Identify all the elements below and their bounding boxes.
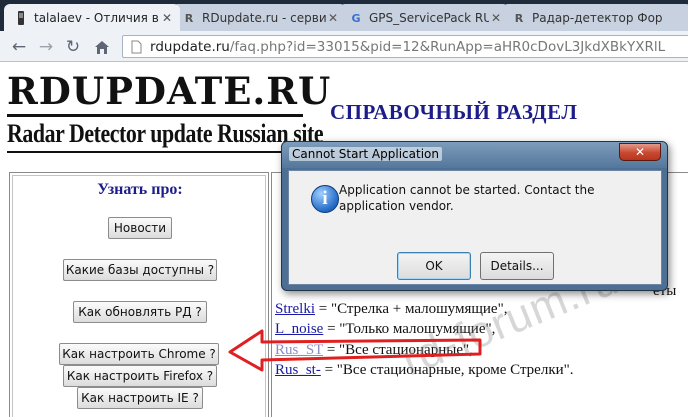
page-icon (128, 39, 144, 55)
mapping-row: Rus_ST = "Все стационарные", (275, 342, 473, 359)
tab-rdupdate[interactable]: R RDupdate.ru - серви ✕ (172, 4, 346, 31)
person-icon (14, 11, 28, 25)
mapping-text: = "Только малошумящие", (323, 321, 496, 337)
url-path: /faq.php?id=33015&pid=12&RunApp=aHR0cDov… (229, 38, 666, 55)
mapping-row: Rus_st- = "Все стационарные, кроме Стрел… (275, 362, 574, 379)
tab-strip: talalaev - Отличия в ✕ R RDupdate.ru - с… (0, 0, 688, 31)
mapping-row: L_noise = "Только малошумящие", (275, 321, 495, 338)
forward-arrow-icon[interactable]: → (35, 36, 57, 58)
info-icon: i (311, 185, 339, 213)
rd-site-icon: R (514, 11, 524, 25)
mapping-text: = "Стрелка + малошумящие", (315, 301, 508, 317)
mapping-code-link[interactable]: Rus_st- (275, 362, 321, 378)
news-button[interactable]: Новости (108, 217, 172, 239)
close-icon[interactable]: ✕ (619, 143, 661, 161)
logo-divider (7, 151, 303, 153)
rd-site-icon: R (184, 11, 194, 25)
close-tab-icon[interactable]: ✕ (489, 11, 503, 25)
logo-divider (7, 114, 303, 117)
ie-setup-button[interactable]: Как настроить IE ? (77, 387, 203, 409)
chrome-setup-button[interactable]: Как настроить Chrome ? (59, 343, 219, 365)
mapping-row: Strelki = "Стрелка + малошумящие", (275, 301, 507, 318)
firefox-setup-button[interactable]: Как настроить Firefox ? (63, 365, 217, 387)
url-text: rdupdate.ru/faq.php?id=33015&pid=12&RunA… (150, 39, 665, 55)
ok-button[interactable]: OK (397, 252, 471, 280)
reload-icon[interactable]: ↻ (62, 36, 84, 58)
site-tagline: Radar Detector update Russian site (7, 119, 324, 148)
dialog-message: Application cannot be started. Contact t… (339, 183, 595, 213)
home-icon[interactable] (91, 36, 113, 58)
tab-radar-detector[interactable]: R Радар-детектор Фор (502, 4, 688, 31)
close-tab-icon[interactable]: ✕ (160, 11, 174, 25)
url-host: rdupdate.ru (150, 38, 230, 55)
details-button[interactable]: Details... (480, 252, 554, 280)
mapping-code-link[interactable]: L_noise (275, 321, 323, 337)
address-bar[interactable]: rdupdate.ru/faq.php?id=33015&pid=12&RunA… (122, 35, 688, 58)
dialog-title: Cannot Start Application (289, 147, 442, 161)
page-title: СПРАВОЧНЫЙ РАЗДЕЛ (330, 100, 578, 124)
dialog-body: i Application cannot be started. Contact… (288, 170, 662, 285)
mapping-code-link[interactable]: Rus_ST (275, 342, 323, 358)
tab-title: Радар-детектор Фор (532, 11, 663, 25)
error-dialog: Cannot Start Application ✕ i Application… (281, 141, 668, 291)
tab-talalaev[interactable]: talalaev - Отличия в ✕ (4, 4, 180, 31)
update-rd-button[interactable]: Как обновлять РД ? (73, 301, 207, 323)
tab-gps-servicepack[interactable]: G GPS_ServicePack RU ✕ (339, 4, 509, 31)
close-tab-icon[interactable]: ✕ (326, 11, 340, 25)
mapping-text: = "Все стационарные", (323, 342, 473, 358)
google-icon: G (351, 11, 361, 25)
tab-title: talalaev - Отличия в (34, 11, 159, 25)
back-arrow-icon[interactable]: ← (8, 36, 30, 58)
databases-button[interactable]: Какие базы доступны ? (63, 259, 217, 281)
tab-title: GPS_ServicePack RU (369, 11, 489, 25)
site-logo: RDUPDATE.RU Radar Detector update Russia… (3, 67, 330, 157)
topics-heading: Узнать про: (97, 181, 183, 198)
browser-toolbar: ← → ↻ rdupdate.ru/faq.php?id=33015&pid=1… (0, 31, 688, 62)
mapping-text: = "Все стационарные, кроме Стрелки". (320, 362, 574, 378)
mapping-code-link[interactable]: Strelki (275, 301, 315, 317)
site-name: RDUPDATE.RU (7, 69, 332, 113)
tab-title: RDupdate.ru - серви (202, 11, 326, 25)
